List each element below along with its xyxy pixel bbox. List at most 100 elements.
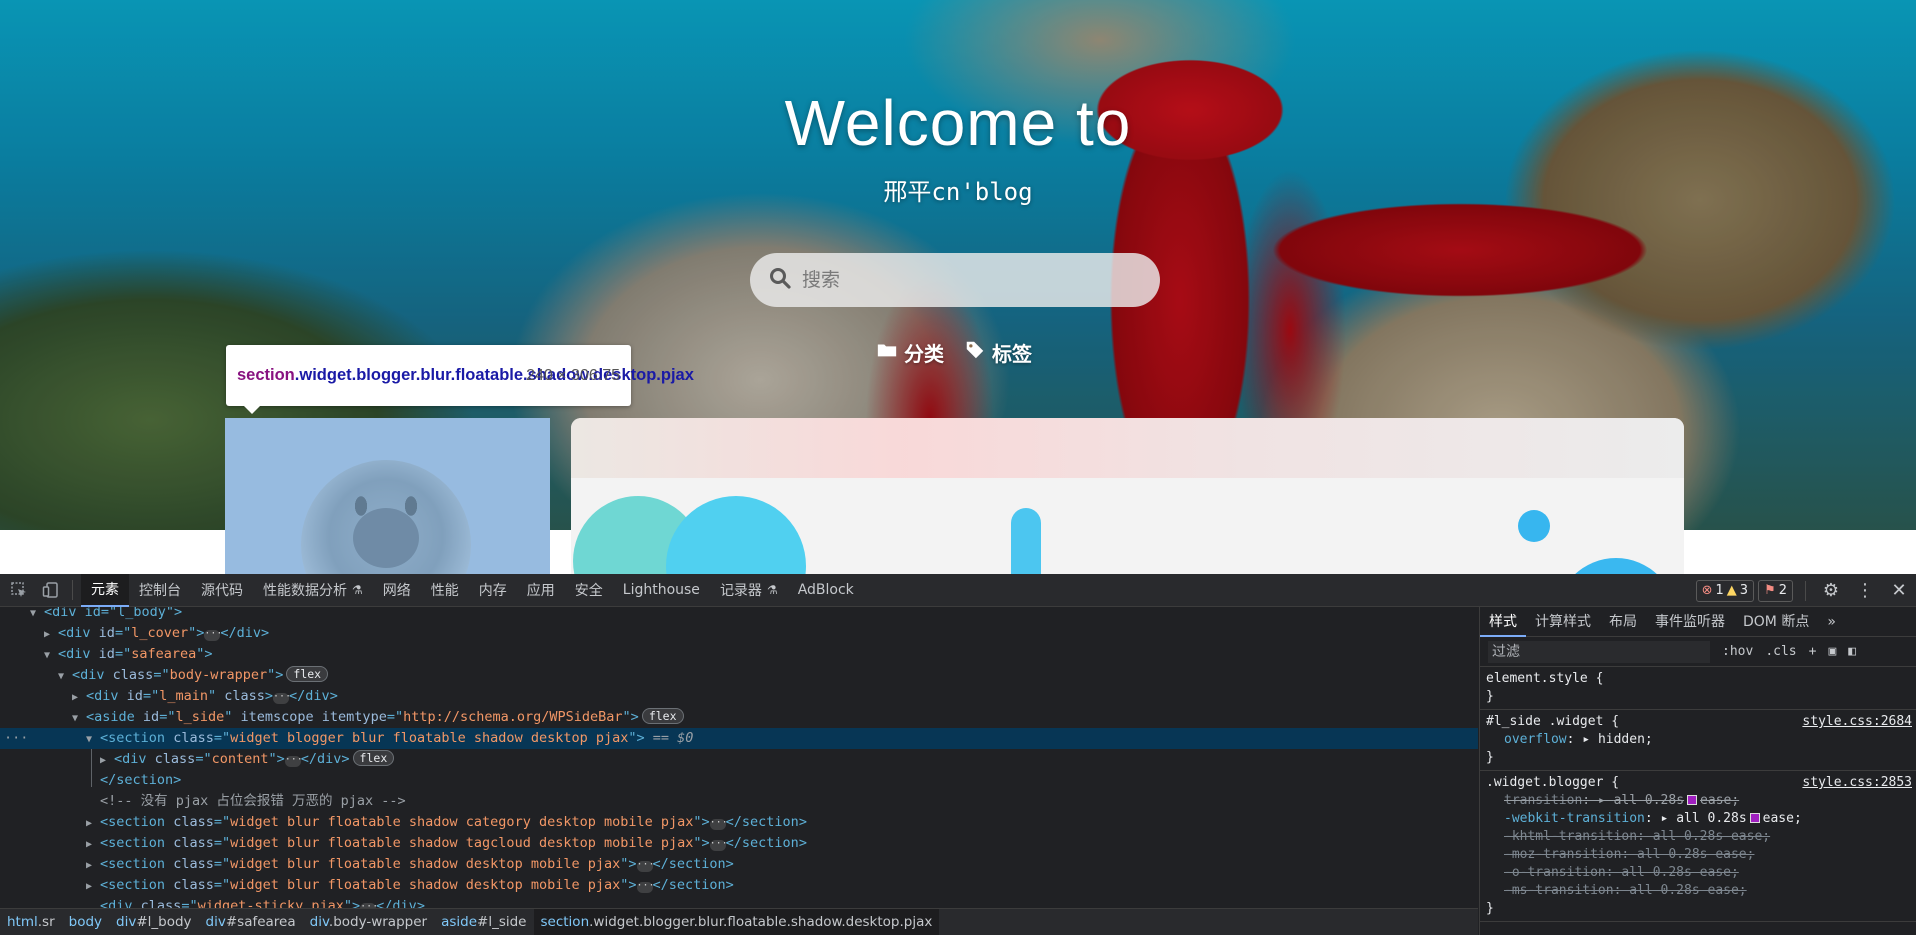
tab-event-listeners[interactable]: 事件监听器 [1646, 607, 1734, 637]
style-property-invalid[interactable]: -o-transition: all 0.28s ease; [1486, 864, 1911, 882]
collapse-arrow-icon[interactable]: ▼ [58, 666, 72, 687]
dom-node-safearea[interactable]: ▼ <div id="safearea"> [0, 644, 1478, 665]
search-box[interactable] [750, 253, 1160, 307]
rule-source-link[interactable]: style.css:2684 [1802, 713, 1912, 731]
breadcrumb-item[interactable]: div.body-wrapper [303, 909, 434, 935]
breadcrumb-item[interactable]: div#l_body [109, 909, 199, 935]
collapsed-ellipsis[interactable]: ··· [204, 629, 222, 641]
breadcrumb-item[interactable]: aside#l_side [434, 909, 533, 935]
expand-arrow-icon[interactable]: ▶ [86, 813, 100, 834]
tab-security[interactable]: 安全 [565, 574, 613, 607]
tab-label: 记录器 [719, 583, 762, 599]
tab-layout[interactable]: 布局 [1600, 607, 1646, 637]
more-tabs-chevron-icon[interactable]: » [1818, 607, 1845, 637]
tab-dom-breakpoints[interactable]: DOM 断点 [1734, 607, 1818, 637]
style-rule[interactable]: .widget.blogger { style.css:2853 transit… [1480, 771, 1916, 922]
search-input[interactable] [802, 269, 1122, 291]
style-property[interactable]: -webkit-transition: ▸ all 0.28s ease; [1486, 810, 1911, 828]
dom-node-l-cover[interactable]: ▶ <div id="l_cover">···</div> [0, 623, 1478, 644]
nav-item-categories[interactable]: 分类 [876, 338, 944, 367]
device-toolbar-icon[interactable] [38, 577, 64, 603]
blogger-widget[interactable] [225, 418, 550, 574]
add-rule-icon[interactable]: + [1809, 644, 1817, 659]
style-property[interactable]: overflow: ▸ hidden; [1486, 731, 1911, 749]
collapsed-ellipsis[interactable]: ··· [636, 860, 655, 872]
collapsed-ellipsis[interactable]: ··· [284, 755, 303, 767]
dom-node-selected-section[interactable]: ··· ▼ <section class="widget blogger blur … [0, 728, 1478, 749]
dom-comment[interactable]: <!-- 没有 pjax 占位会报错 万恶的 pjax --> [0, 791, 1478, 812]
tab-console[interactable]: 控制台 [129, 574, 191, 607]
tab-application[interactable]: 应用 [517, 574, 565, 607]
tab-sources[interactable]: 源代码 [191, 574, 253, 607]
tab-performance[interactable]: 性能 [421, 574, 469, 607]
collapse-arrow-icon[interactable]: ▼ [30, 607, 44, 624]
sidebar-toggle-icon[interactable]: ◧ [1848, 644, 1856, 659]
breadcrumb-item[interactable]: body [62, 909, 109, 935]
more-dots-icon[interactable]: ··· [4, 728, 28, 749]
tab-network[interactable]: 网络 [373, 574, 421, 607]
more-options-icon[interactable]: ⋮ [1848, 574, 1882, 607]
easing-swatch-icon[interactable] [1749, 813, 1760, 823]
tab-elements[interactable]: 元素 [81, 573, 129, 607]
collapsed-ellipsis[interactable]: ··· [709, 839, 728, 851]
expand-arrow-icon[interactable]: ▶ [100, 750, 114, 771]
tab-lighthouse[interactable]: Lighthouse [613, 574, 710, 607]
expand-arrow-icon[interactable]: ▶ [72, 687, 86, 708]
style-property-invalid[interactable]: -khtml-transition: all 0.28s ease; [1486, 828, 1911, 846]
dom-node-close-section[interactable]: </section> [0, 770, 1478, 791]
collapsed-ellipsis[interactable]: ··· [636, 881, 655, 893]
logo-shape [666, 496, 806, 574]
dom-tree[interactable]: ▼ <div id="l_body"> ▶ <div id="l_cover">··… [0, 607, 1478, 913]
style-property-overridden[interactable]: transition: ▸ all 0.28s ease; [1486, 792, 1911, 810]
dom-node-l-side[interactable]: ▼ <aside id="l_side" itemscope itemtype="… [0, 707, 1478, 728]
nav-item-tags[interactable]: 标签 [964, 338, 1032, 367]
dom-node-l-main[interactable]: ▶ <div id="l_main" class>···</div> [0, 686, 1478, 707]
flex-badge[interactable]: flex [352, 750, 395, 766]
dom-node-section-tagcloud[interactable]: ▶ <section class="widget blur floatable s… [0, 833, 1478, 854]
easing-swatch-icon[interactable] [1687, 795, 1698, 805]
style-rule-element[interactable]: element.style { } [1480, 667, 1916, 710]
collapse-arrow-icon[interactable]: ▼ [72, 708, 86, 729]
class-toggle[interactable]: .cls [1765, 644, 1796, 659]
hero-title: Welcome to [784, 87, 1132, 159]
expand-arrow-icon[interactable]: ▶ [44, 624, 58, 645]
collapse-arrow-icon[interactable]: ▼ [44, 645, 58, 666]
style-rule[interactable]: #l_side .widget { style.css:2684 overflo… [1480, 710, 1916, 771]
style-property-invalid[interactable]: -ms-transition: all 0.28s ease; [1486, 882, 1911, 900]
tab-memory[interactable]: 内存 [469, 574, 517, 607]
flex-badge[interactable]: flex [641, 708, 684, 724]
logo-shape [1518, 510, 1550, 542]
nav-label: 分类 [904, 342, 944, 366]
expand-arrow-icon[interactable]: ▶ [86, 834, 100, 855]
collapsed-ellipsis[interactable]: ··· [709, 818, 728, 830]
collapsed-ellipsis[interactable]: ··· [273, 692, 291, 704]
tab-styles[interactable]: 样式 [1480, 607, 1526, 637]
expand-arrow-icon[interactable]: ▶ [86, 855, 100, 876]
dom-node-section-category[interactable]: ▶ <section class="widget blur floatable s… [0, 812, 1478, 833]
tab-recorder[interactable]: 记录器 ⚗ [710, 574, 788, 607]
rule-source-link[interactable]: style.css:2853 [1802, 774, 1912, 792]
inspect-element-icon[interactable] [6, 577, 32, 603]
issues-badge[interactable]: ⚑ 2 [1758, 579, 1793, 602]
dom-node[interactable]: ▼ <div id="l_body"> [0, 607, 1478, 623]
style-property-invalid[interactable]: -moz-transition: all 0.28s ease; [1486, 846, 1911, 864]
tab-computed[interactable]: 计算样式 [1526, 607, 1600, 637]
breadcrumb-item[interactable]: html.sr [0, 909, 62, 935]
dom-node-content[interactable]: ▶ <div class="content">···</div> flex [0, 749, 1478, 770]
tab-performance-insights[interactable]: 性能数据分析 ⚗ [253, 574, 373, 607]
dom-node-section[interactable]: ▶ <section class="widget blur floatable s… [0, 854, 1478, 875]
paint-icon[interactable]: ▣ [1828, 644, 1836, 659]
settings-gear-icon[interactable]: ⚙ [1814, 574, 1848, 607]
dom-node-section[interactable]: ▶ <section class="widget blur floatable s… [0, 875, 1478, 896]
collapse-arrow-icon[interactable]: ▼ [86, 729, 100, 750]
tab-adblock[interactable]: AdBlock [788, 574, 864, 607]
expand-arrow-icon[interactable]: ▶ [86, 876, 100, 897]
flex-badge[interactable]: flex [286, 666, 329, 682]
breadcrumb-item-active[interactable]: section.widget.blogger.blur.floatable.sh… [533, 908, 940, 935]
styles-filter-input[interactable] [1488, 640, 1710, 663]
dom-node-body-wrapper[interactable]: ▼ <div class="body-wrapper"> flex [0, 665, 1478, 686]
console-counts-badge[interactable]: ⊗ 1 ▲ 3 [1695, 579, 1755, 602]
close-icon[interactable]: ✕ [1882, 574, 1916, 607]
breadcrumb-item[interactable]: div#safearea [199, 909, 303, 935]
hover-state-toggle[interactable]: :hov [1722, 644, 1753, 659]
